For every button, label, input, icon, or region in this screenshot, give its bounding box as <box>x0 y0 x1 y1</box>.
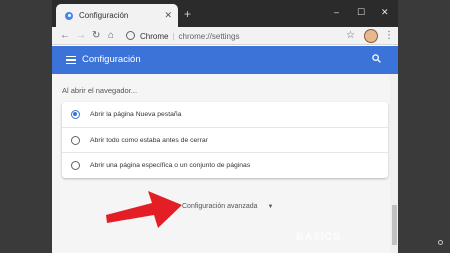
scrollbar[interactable] <box>390 74 398 253</box>
tab-settings[interactable]: Configuración ✕ <box>56 4 178 27</box>
startup-option-label: Abrir todo como estaba antes de cerrar <box>90 136 208 144</box>
address-url: chrome://settings <box>178 31 240 41</box>
address-bar[interactable]: Chrome | chrome://settings <box>126 29 338 43</box>
section-title: Al abrir el navegador... <box>62 86 138 95</box>
title-bar: Configuración ✕ + – ☐ ✕ <box>52 0 398 27</box>
minimize-button[interactable]: – <box>334 6 339 18</box>
bookmark-star-icon[interactable]: ☆ <box>346 29 355 43</box>
startup-option-label: Abrir una página específica o un conjunt… <box>90 161 251 169</box>
address-site-label: Chrome <box>140 31 169 41</box>
menu-dots-icon[interactable]: ⋮ <box>384 29 394 43</box>
settings-header: Configuración <box>52 46 398 74</box>
page-title: Configuración <box>82 54 141 65</box>
startup-option-new-tab[interactable]: Abrir la página Nueva pestaña <box>62 102 388 127</box>
new-tab-button[interactable]: + <box>184 7 191 21</box>
forward-arrow-icon[interactable]: → <box>76 29 86 43</box>
radio-selected[interactable] <box>71 110 80 119</box>
address-separator: | <box>172 31 175 41</box>
startup-option-continue[interactable]: Abrir todo como estaba antes de cerrar <box>62 127 388 152</box>
red-arrow-annotation <box>106 191 182 228</box>
back-arrow-icon[interactable]: ← <box>60 29 70 43</box>
reload-icon[interactable]: ↻ <box>92 29 100 43</box>
profile-avatar[interactable] <box>364 29 378 43</box>
radio-unselected[interactable] <box>71 160 80 170</box>
hamburger-menu-icon[interactable] <box>66 56 76 64</box>
home-icon[interactable]: ⌂ <box>108 29 114 43</box>
tab-title: Configuración <box>79 11 129 20</box>
watermark: BASICS <box>296 231 341 243</box>
chrome-icon <box>126 31 135 40</box>
radio-unselected[interactable] <box>71 135 80 145</box>
startup-option-label: Abrir la página Nueva pestaña <box>90 111 182 118</box>
advanced-settings-button[interactable]: Configuración avanzada ▼ <box>182 203 273 210</box>
chevron-down-icon: ▼ <box>267 203 274 210</box>
startup-options-card: Abrir la página Nueva pestaña Abrir todo… <box>62 102 388 178</box>
settings-gear-icon <box>65 11 73 20</box>
browser-toolbar: ← → ↻ ⌂ Chrome | chrome://settings ☆ ⋮ <box>52 27 398 45</box>
advanced-settings-label: Configuración avanzada <box>182 203 258 210</box>
maximize-button[interactable]: ☐ <box>357 6 365 18</box>
search-icon[interactable] <box>372 54 381 63</box>
startup-option-specific-pages[interactable]: Abrir una página específica o un conjunt… <box>62 152 388 177</box>
close-icon[interactable]: ✕ <box>164 9 172 21</box>
watermark-logo-icon <box>438 240 443 245</box>
close-window-button[interactable]: ✕ <box>381 6 389 18</box>
scrollbar-thumb[interactable] <box>391 205 397 245</box>
